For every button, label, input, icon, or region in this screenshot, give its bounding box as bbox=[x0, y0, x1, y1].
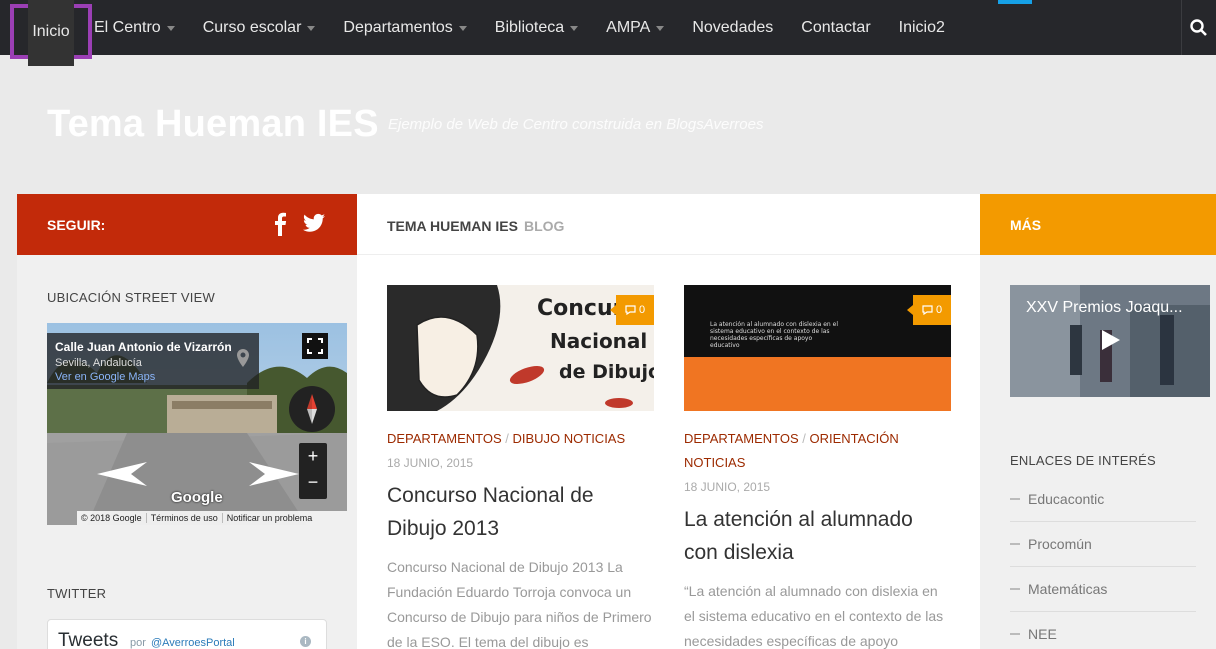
left-sidebar: SEGUIR: UBICACIÓN STREET VIEW Calle Juan… bbox=[17, 194, 357, 649]
main-heading-suffix: BLOG bbox=[524, 218, 565, 234]
map-footer: © 2018 Google Términos de uso Notificar … bbox=[77, 511, 347, 525]
link-item[interactable]: Educacontic bbox=[1010, 477, 1196, 522]
chevron-down-icon bbox=[458, 26, 467, 31]
facebook-icon[interactable] bbox=[273, 212, 287, 236]
map-terms-link[interactable]: Términos de uso bbox=[147, 513, 223, 523]
nav-item-novedades[interactable]: Novedades bbox=[678, 0, 787, 55]
nav-item-departamentos[interactable]: Departamentos bbox=[329, 0, 480, 55]
twitter-handle-link[interactable]: @AverroesPortal bbox=[151, 637, 235, 649]
compass-icon bbox=[307, 394, 317, 424]
links-widget-title: ENLACES DE INTERÉS bbox=[1010, 453, 1156, 468]
right-sidebar: MÁS XXV Premios Joaqu... ENLACES DE INTE… bbox=[980, 194, 1216, 649]
compass-button[interactable] bbox=[289, 386, 335, 432]
zoom-in-button[interactable]: + bbox=[299, 446, 327, 467]
chevron-down-icon bbox=[166, 26, 175, 31]
nav-item-contactar[interactable]: Contactar bbox=[787, 0, 884, 55]
search-button[interactable] bbox=[1181, 0, 1216, 55]
play-icon[interactable] bbox=[1098, 328, 1122, 352]
chevron-down-icon bbox=[656, 26, 665, 31]
dash-icon bbox=[1010, 543, 1020, 545]
post-title[interactable]: La atención al alumnado con dislexia bbox=[684, 503, 951, 569]
tweets-label: Tweets bbox=[58, 630, 119, 649]
dash-icon bbox=[1010, 588, 1020, 590]
comment-icon bbox=[922, 305, 933, 315]
dash-icon bbox=[1010, 633, 1020, 635]
thumbnail-orange-band bbox=[684, 357, 951, 411]
post-thumbnail[interactable]: Concurso Nacional de Dibujo 0 bbox=[387, 285, 654, 411]
nav-item-curso-escolar[interactable]: Curso escolar bbox=[189, 0, 330, 55]
google-logo: Google bbox=[171, 489, 223, 506]
post-date: 18 JUNIO, 2015 bbox=[387, 456, 474, 470]
main-content: TEMA HUEMAN IES BLOG Concurso Nacional d… bbox=[357, 194, 980, 649]
link-item[interactable]: NEE bbox=[1010, 612, 1196, 649]
post-thumbnail[interactable]: La atención al alumnado con dislexia en … bbox=[684, 285, 951, 411]
link-item[interactable]: Matemáticas bbox=[1010, 567, 1196, 612]
arrow-right-icon[interactable] bbox=[247, 459, 299, 489]
follow-bar: SEGUIR: bbox=[17, 194, 357, 255]
zoom-out-button[interactable]: − bbox=[299, 472, 327, 493]
category-link[interactable]: DEPARTAMENTOS bbox=[387, 431, 502, 446]
category-link[interactable]: DIBUJO NOTICIAS bbox=[512, 431, 625, 446]
main-heading: TEMA HUEMAN IES BLOG bbox=[357, 194, 980, 255]
thumbnail-text: La atención al alumnado con dislexia en … bbox=[710, 321, 839, 349]
top-navigation: El Centro Curso escolar Departamentos Bi… bbox=[0, 0, 1216, 66]
nav-item-inicio2[interactable]: Inicio2 bbox=[885, 0, 959, 55]
info-icon[interactable]: i bbox=[300, 636, 311, 647]
tweets-by-label: por bbox=[130, 637, 146, 649]
category-separator: / bbox=[798, 431, 810, 446]
nav-accent-strip bbox=[998, 0, 1032, 4]
video-title[interactable]: XXV Premios Joaqu... bbox=[1026, 299, 1183, 317]
comment-count-badge[interactable]: 0 bbox=[610, 295, 654, 325]
map-report-link[interactable]: Notificar un problema bbox=[223, 513, 317, 523]
thumb-text-line-2: Nacional bbox=[550, 329, 647, 353]
dash-icon bbox=[1010, 498, 1020, 500]
street-view-widget-title: UBICACIÓN STREET VIEW bbox=[47, 290, 215, 305]
street-name: Calle Juan Antonio de Vizarrón bbox=[55, 340, 232, 354]
post-categories: DEPARTAMENTOS / DIBUJO NOTICIAS bbox=[387, 427, 625, 451]
thumb-text-line-3: de Dibujo bbox=[559, 361, 654, 383]
post-date: 18 JUNIO, 2015 bbox=[684, 480, 771, 494]
twitter-icon[interactable] bbox=[303, 213, 325, 233]
location-card: Calle Juan Antonio de Vizarrón Sevilla, … bbox=[47, 333, 259, 389]
comment-icon bbox=[625, 305, 636, 315]
chevron-down-icon bbox=[307, 26, 316, 31]
post-excerpt: “La atención al alumnado con dislexia en… bbox=[684, 583, 944, 649]
follow-label: SEGUIR: bbox=[47, 217, 106, 233]
twitter-timeline: Tweets por @AverroesPortal i bbox=[47, 619, 327, 649]
link-item[interactable]: Procomún bbox=[1010, 522, 1196, 567]
site-title[interactable]: Tema Hueman IES bbox=[47, 103, 379, 146]
comment-count: 0 bbox=[935, 304, 943, 316]
drawing-illustration: Concurso Nacional de Dibujo bbox=[387, 285, 654, 411]
comment-count-badge[interactable]: 0 bbox=[907, 295, 951, 325]
comment-count: 0 bbox=[638, 304, 646, 316]
map-copyright: © 2018 Google bbox=[77, 513, 147, 523]
street-view-map[interactable]: Calle Juan Antonio de Vizarrón Sevilla, … bbox=[47, 323, 347, 525]
video-embed[interactable]: XXV Premios Joaqu... bbox=[1010, 285, 1210, 397]
chevron-down-icon bbox=[570, 26, 579, 31]
google-maps-link[interactable]: Ver en Google Maps bbox=[55, 371, 155, 383]
fullscreen-icon bbox=[307, 338, 323, 354]
zoom-controls: + − bbox=[299, 443, 327, 499]
more-label: MÁS bbox=[1010, 217, 1042, 233]
twitter-widget-title: TWITTER bbox=[47, 586, 107, 601]
category-separator: / bbox=[501, 431, 513, 446]
nav-menu: El Centro Curso escolar Departamentos Bi… bbox=[0, 0, 959, 55]
nav-item-inicio[interactable]: Inicio bbox=[10, 0, 92, 66]
arrow-left-icon[interactable] bbox=[97, 459, 149, 489]
map-pin-icon bbox=[237, 349, 249, 367]
nav-item-el-centro[interactable]: El Centro bbox=[80, 0, 189, 55]
nav-item-ampa[interactable]: AMPA bbox=[592, 0, 678, 55]
post-excerpt: Concurso Nacional de Dibujo 2013 La Fund… bbox=[387, 559, 652, 649]
main-heading-title: TEMA HUEMAN IES bbox=[387, 218, 518, 234]
post-categories: DEPARTAMENTOS / ORIENTACIÓN NOTICIAS bbox=[684, 427, 914, 475]
post-title[interactable]: Concurso Nacional de Dibujo 2013 bbox=[387, 479, 654, 545]
city-name: Sevilla, Andalucía bbox=[55, 357, 142, 369]
nav-item-inicio-label: Inicio bbox=[28, 0, 74, 66]
fullscreen-button[interactable] bbox=[302, 333, 328, 359]
nav-item-biblioteca[interactable]: Biblioteca bbox=[481, 0, 592, 55]
more-bar: MÁS bbox=[980, 194, 1216, 255]
category-link[interactable]: DEPARTAMENTOS bbox=[684, 431, 799, 446]
site-description: Ejemplo de Web de Centro construida en B… bbox=[388, 116, 764, 133]
search-icon bbox=[1190, 18, 1207, 36]
